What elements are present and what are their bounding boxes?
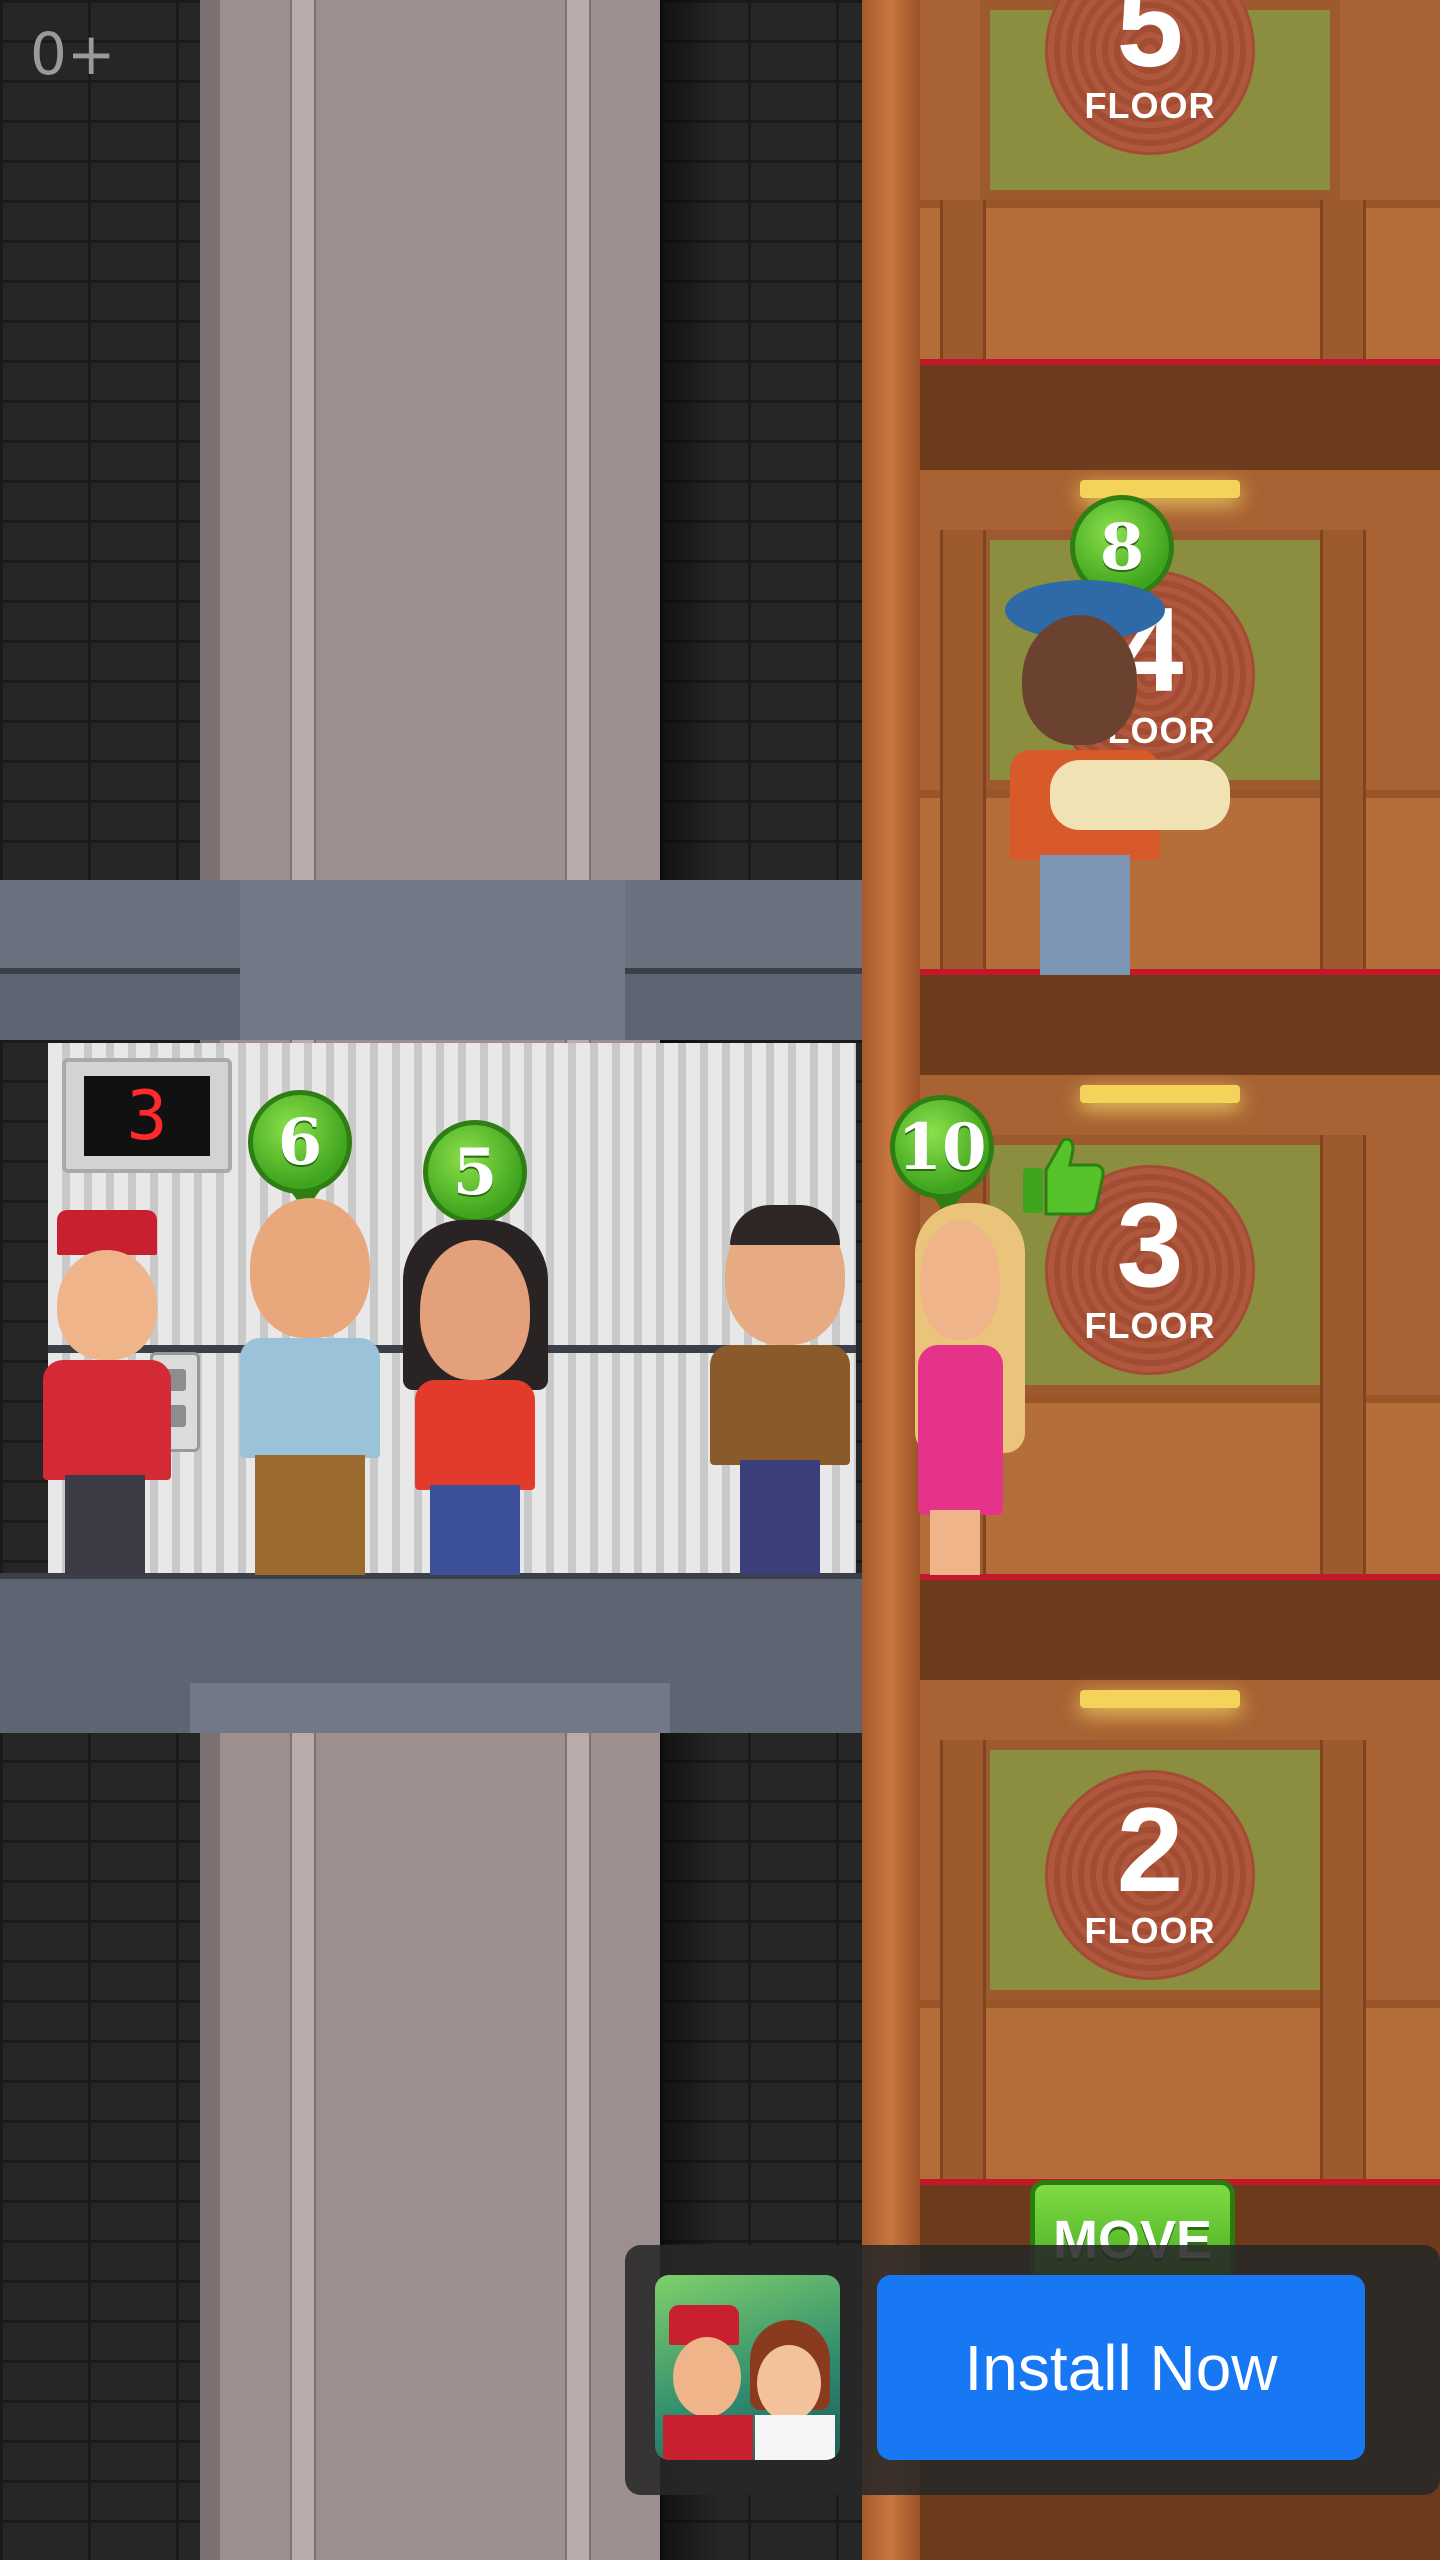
room-floor-2[interactable]: 2 FLOOR — [920, 1680, 1440, 2188]
ceiling-lamp — [1080, 1085, 1240, 1103]
passenger-woman-red[interactable]: 5 — [395, 1120, 555, 1575]
elevator-cab-bottom — [0, 1573, 862, 1733]
ceiling-lamp — [1080, 1690, 1240, 1708]
floor-indicator-display: 3 — [84, 1076, 210, 1156]
target-floor-bubble: 5 — [423, 1120, 527, 1241]
floor-beam — [920, 1580, 1440, 1680]
floor-word: FLOOR — [1084, 85, 1216, 126]
floor-beam — [920, 975, 1440, 1075]
floor-number: 2 — [1116, 1783, 1184, 1917]
scrolls — [1050, 760, 1230, 830]
floor-sign-2: 2 FLOOR — [1045, 1770, 1255, 1980]
passenger-man-brown-jacket[interactable] — [700, 1205, 860, 1575]
age-rating-label: 0+ — [30, 20, 116, 88]
floor-word: FLOOR — [1084, 1305, 1216, 1346]
room-floor-5[interactable]: 5 FLOOR — [920, 0, 1440, 368]
bellhop-character[interactable] — [35, 1210, 185, 1575]
guest-old-man-scrolls[interactable]: 8 — [1000, 495, 1230, 975]
target-floor-bubble: 10 — [890, 1095, 994, 1216]
elevator-floor-indicator: 3 — [62, 1058, 232, 1173]
target-floor-bubble: 6 — [248, 1090, 352, 1211]
floor-number: 5 — [1116, 0, 1184, 92]
bellhop-uniform — [43, 1360, 171, 1480]
elevator-cab-top — [0, 880, 862, 1040]
install-now-button[interactable]: Install Now — [877, 2275, 1365, 2460]
floor-word: FLOOR — [1084, 1910, 1216, 1951]
floor-beam — [920, 365, 1440, 470]
thumbs-up-icon — [1023, 1137, 1105, 1216]
hair — [730, 1205, 840, 1245]
ad-app-icon[interactable] — [655, 2275, 840, 2460]
bellhop-hat — [57, 1210, 157, 1255]
passenger-man-suspenders[interactable]: 6 — [230, 1090, 390, 1575]
